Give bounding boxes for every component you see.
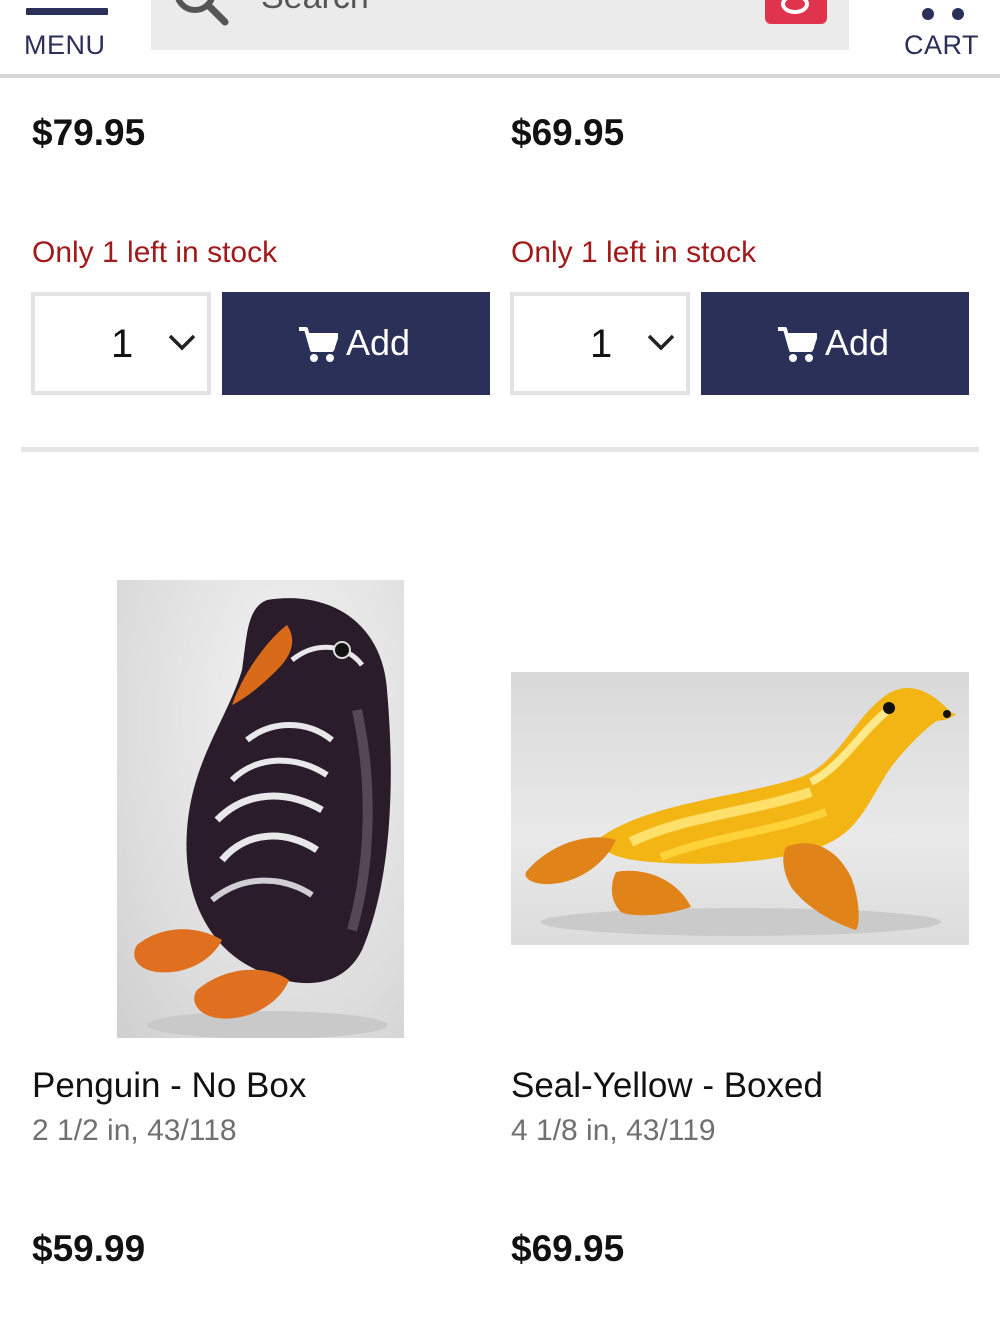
product-price: $79.95 xyxy=(32,112,146,153)
quantity-value: 1 xyxy=(111,322,134,366)
product-price: $69.95 xyxy=(511,112,625,153)
product-subtitle: 2 1/2 in, 43/118 xyxy=(32,1114,237,1147)
cart-icon xyxy=(299,327,338,362)
add-to-cart-button[interactable]: Add xyxy=(701,292,969,395)
add-button-label: Add xyxy=(825,322,890,363)
product-image-penguin[interactable] xyxy=(117,580,404,1038)
stock-notice: Only 1 left in stock xyxy=(32,236,278,269)
cart-label: CART xyxy=(904,30,980,60)
row-divider xyxy=(21,447,979,452)
menu-button[interactable]: MENU xyxy=(22,0,112,70)
cart-button[interactable]: CART xyxy=(896,0,986,70)
search-submit-icon xyxy=(781,0,809,14)
add-to-cart-button[interactable]: Add xyxy=(222,292,490,395)
cart-icon xyxy=(922,8,964,20)
seal-figurine-image xyxy=(525,687,956,936)
product-subtitle: 4 1/8 in, 43/119 xyxy=(511,1114,716,1147)
quantity-select[interactable]: 1 xyxy=(31,292,211,395)
search-placeholder: Search xyxy=(261,0,369,17)
top-header: MENU Search CART xyxy=(0,0,1000,78)
product-price: $69.95 xyxy=(511,1228,625,1269)
product-image-seal[interactable] xyxy=(511,672,969,945)
search-input[interactable]: Search xyxy=(151,0,849,50)
penguin-figurine-image xyxy=(134,598,391,1038)
quantity-value: 1 xyxy=(590,322,613,366)
search-submit-button[interactable] xyxy=(765,0,827,24)
chevron-down-icon xyxy=(168,334,196,351)
add-button-label: Add xyxy=(346,322,411,363)
menu-label: MENU xyxy=(24,30,106,60)
search-icon xyxy=(175,0,229,26)
stock-notice: Only 1 left in stock xyxy=(511,236,757,269)
menu-icon xyxy=(26,8,108,15)
product-title[interactable]: Seal-Yellow - Boxed xyxy=(511,1066,823,1106)
cart-icon xyxy=(778,327,817,362)
product-title[interactable]: Penguin - No Box xyxy=(32,1066,306,1106)
quantity-select[interactable]: 1 xyxy=(510,292,690,395)
product-price: $59.99 xyxy=(32,1228,146,1269)
chevron-down-icon xyxy=(647,334,675,351)
